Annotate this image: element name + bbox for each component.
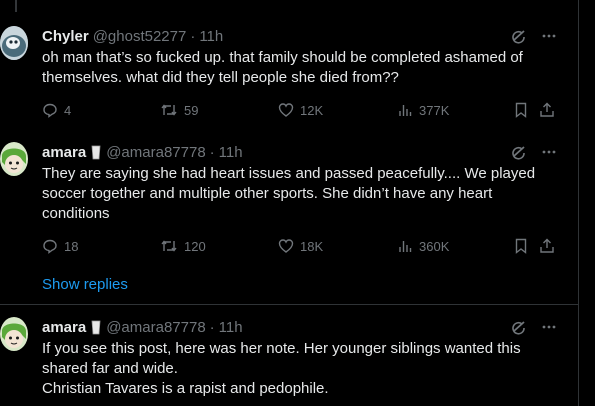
avatar-image (0, 317, 28, 351)
grok-icon[interactable] (511, 144, 527, 160)
separator-dot: · (190, 27, 196, 45)
user-handle[interactable]: @ghost52277 (93, 28, 187, 45)
repost-icon (161, 240, 177, 252)
tweet-text-line: oh man that’s so fucked up. that family … (42, 49, 523, 66)
show-replies-link[interactable]: Show replies (42, 276, 128, 293)
views-button[interactable]: 360K (397, 238, 449, 254)
like-button[interactable]: 18K (278, 238, 323, 254)
user-handle[interactable]: @amara87778 (106, 319, 205, 336)
views-button[interactable]: 377K (397, 102, 449, 118)
grok-icon[interactable] (511, 28, 527, 44)
more-icon[interactable] (541, 144, 557, 160)
view-count: 360K (419, 238, 450, 254)
tweet-text-line: shared far and wide. (42, 360, 178, 377)
avatar[interactable] (0, 26, 28, 60)
bookmark-button[interactable] (513, 238, 535, 254)
like-count: 12K (300, 102, 324, 118)
thread-line (15, 0, 17, 12)
tweet-text-line: themselves. what did they tell people sh… (42, 69, 399, 86)
like-count: 18K (300, 238, 324, 254)
reply-button[interactable]: 4 (42, 102, 71, 118)
view-count: 377K (419, 102, 450, 118)
bookmark-icon (515, 238, 527, 254)
tweet-text-line: They are saying she had heart issues and… (42, 165, 536, 182)
reply-count: 18 (64, 238, 79, 254)
heart-icon (278, 239, 294, 253)
tweet-actions: 4 59 12K 377K (42, 100, 557, 120)
repost-count: 59 (184, 102, 199, 118)
column-border (578, 0, 579, 406)
like-button[interactable]: 12K (278, 102, 323, 118)
separator-dot: · (209, 143, 215, 161)
more-icon[interactable] (541, 28, 557, 44)
display-name[interactable]: amara (42, 319, 86, 336)
avatar-image (0, 142, 28, 176)
bookmark-button[interactable] (513, 102, 535, 118)
repost-icon (161, 104, 177, 116)
more-icon[interactable] (541, 319, 557, 335)
share-icon (540, 238, 554, 253)
tweet-chyler[interactable]: Chyler @ghost52277 · 11h oh man that’s s… (0, 0, 578, 130)
avatar[interactable] (0, 142, 28, 176)
display-name[interactable]: Chyler (42, 28, 89, 45)
header-actions (511, 144, 557, 160)
avatar[interactable] (0, 317, 28, 351)
timestamp[interactable]: 11h (219, 144, 243, 161)
views-icon (399, 241, 412, 252)
bookmark-icon (515, 102, 527, 118)
views-icon (399, 105, 412, 116)
separator-dot: · (209, 318, 215, 336)
tweet-text-line: If you see this post, here was her note.… (42, 340, 521, 357)
tweet-header: amara @amara87778 · 11h (42, 317, 557, 337)
tweet-header: amara @amara87778 · 11h (42, 142, 557, 162)
grok-icon[interactable] (511, 319, 527, 335)
reply-icon (43, 103, 57, 118)
milk-glass-icon (91, 145, 101, 160)
reply-icon (43, 239, 57, 254)
tweet-text: They are saying she had heart issues and… (42, 164, 557, 224)
share-icon (540, 102, 554, 117)
header-actions (511, 319, 557, 335)
tweet-amara-2[interactable]: amara @amara87778 · 11h If you see this … (0, 305, 578, 406)
tweet-text-line: Christian Tavares is a rapist and pedoph… (42, 380, 329, 397)
timestamp[interactable]: 11h (199, 28, 223, 45)
repost-button[interactable]: 59 (160, 102, 198, 118)
avatar-image (0, 26, 28, 60)
tweet-text-line: conditions (42, 205, 110, 222)
tweet-actions: 18 120 18K 360K (42, 236, 557, 256)
reply-button[interactable]: 18 (42, 238, 78, 254)
tweet-text: oh man that’s so fucked up. that family … (42, 48, 557, 88)
reply-count: 4 (64, 102, 72, 118)
milk-glass-icon (91, 320, 101, 335)
user-handle[interactable]: @amara87778 (106, 144, 205, 161)
tweet-header: Chyler @ghost52277 · 11h (42, 26, 557, 46)
tweet-text: If you see this post, here was her note.… (42, 339, 557, 399)
display-name[interactable]: amara (42, 144, 86, 161)
heart-icon (278, 103, 294, 117)
share-button[interactable] (539, 238, 561, 254)
tweet-text-line: soccer together and multiple other sport… (42, 185, 493, 202)
repost-button[interactable]: 120 (160, 238, 206, 254)
header-actions (511, 28, 557, 44)
timestamp[interactable]: 11h (219, 319, 243, 336)
tweet-amara-1[interactable]: amara @amara87778 · 11h They are saying … (0, 130, 578, 300)
repost-count: 120 (184, 238, 206, 254)
share-button[interactable] (539, 102, 561, 118)
